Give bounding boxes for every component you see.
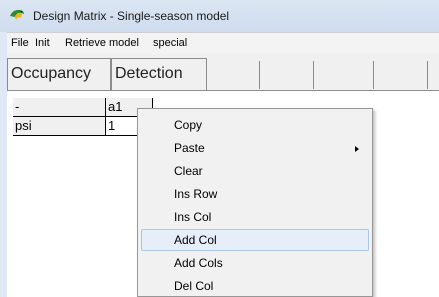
context-menu-ins-col[interactable]: Ins Col xyxy=(141,206,369,228)
grid-corner-cell: - xyxy=(13,98,106,117)
context-menu-del-col[interactable]: Del Col xyxy=(141,275,369,296)
menu-file[interactable]: File xyxy=(11,37,29,49)
design-matrix-window: Design Matrix - Single-season model File… xyxy=(0,0,439,297)
tab-separator xyxy=(427,61,428,89)
context-menu-add-cols-label: Add Cols xyxy=(174,256,223,270)
context-menu-add-col[interactable]: Add Col xyxy=(141,229,369,251)
tab-separator xyxy=(313,61,314,89)
tab-separator xyxy=(373,61,374,89)
menu-init[interactable]: Init xyxy=(35,37,50,49)
context-menu: Copy Paste Clear Ins Row Ins Col Add Col… xyxy=(137,108,373,297)
context-menu-del-col-label: Del Col xyxy=(174,279,214,293)
context-menu-copy[interactable]: Copy xyxy=(141,114,369,136)
menu-special[interactable]: special xyxy=(153,37,187,49)
context-menu-ins-row-label: Ins Row xyxy=(174,187,218,201)
submenu-arrow-icon xyxy=(355,146,359,152)
context-menu-ins-row[interactable]: Ins Row xyxy=(141,183,369,205)
menu-retrieve-model[interactable]: Retrieve model xyxy=(65,37,139,49)
tab-separator xyxy=(259,61,260,89)
context-menu-add-col-label: Add Col xyxy=(174,233,217,247)
grid-row-header[interactable]: psi xyxy=(13,117,106,136)
window-title: Design Matrix - Single-season model xyxy=(33,9,230,23)
context-menu-ins-col-label: Ins Col xyxy=(174,210,212,224)
menu-bar: File Init Retrieve model special xyxy=(7,32,439,54)
app-icon xyxy=(10,9,24,20)
title-bar[interactable]: Design Matrix - Single-season model xyxy=(0,0,439,32)
context-menu-add-cols[interactable]: Add Cols xyxy=(141,252,369,274)
tab-occupancy[interactable]: Occupancy xyxy=(7,58,111,90)
context-menu-paste[interactable]: Paste xyxy=(141,137,369,159)
tab-detection[interactable]: Detection xyxy=(111,58,207,90)
context-menu-clear-label: Clear xyxy=(174,164,203,178)
context-menu-clear[interactable]: Clear xyxy=(141,160,369,182)
context-menu-copy-label: Copy xyxy=(174,118,203,132)
context-menu-paste-label: Paste xyxy=(174,141,205,155)
